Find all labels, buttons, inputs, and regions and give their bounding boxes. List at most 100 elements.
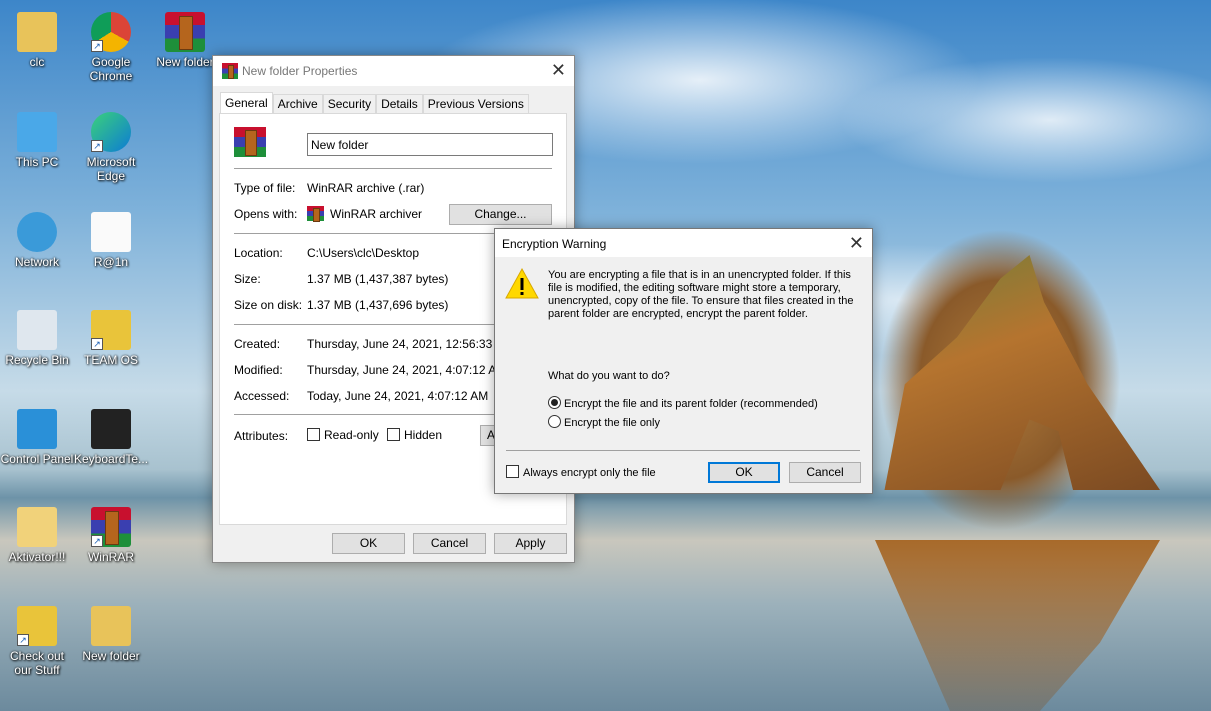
checkbox-box[interactable] [307,428,320,441]
divider [234,168,552,169]
size-label: Size: [234,272,261,286]
apply-button[interactable]: Apply [494,533,567,554]
computer-icon [17,112,57,152]
close-icon[interactable]: ✕ [849,233,864,254]
close-icon[interactable]: ✕ [551,60,566,81]
desktop-icon-label: WinRAR [87,550,134,564]
opens-with-label: Opens with: [234,207,298,221]
title-bar[interactable]: New folder Properties ✕ [213,56,574,86]
dialog-title: Encryption Warning [502,237,607,251]
desktop-icon[interactable]: ↗ Check out our Stuff [0,606,74,677]
winrar-icon [222,63,238,80]
created-value: Thursday, June 24, 2021, 12:56:33 AM [307,337,513,351]
size-value: 1.37 MB (1,437,387 bytes) [307,272,449,286]
tab-archive[interactable]: Archive [272,94,323,113]
globe-shortcut-icon: ↗ [17,606,57,646]
location-label: Location: [234,246,283,260]
tab-general[interactable]: General [220,92,273,113]
divider [506,450,860,451]
desktop-icon[interactable]: KeyboardTe... [74,409,148,466]
shortcut-arrow-icon: ↗ [91,40,103,52]
tab-security[interactable]: Security [322,94,377,113]
desktop-icon-label: Recycle Bin [5,353,69,367]
desktop-icon[interactable]: ↗ WinRAR [74,507,148,564]
size-on-disk-value: 1.37 MB (1,437,696 bytes) [307,298,449,312]
question-label: What do you want to do? [548,370,670,382]
always-encrypt-checkbox[interactable]: Always encrypt only the file [506,465,656,479]
desktop-icon-label: New folder [82,649,140,663]
option-label: Encrypt the file only [564,417,660,429]
file-icon [234,127,266,157]
desktop-icon[interactable]: ↗ TEAM OS [74,310,148,367]
tab-bar: General Archive Security Details Previou… [220,92,529,113]
desktop-icon[interactable]: Control Panel [0,409,74,466]
text-file-icon [91,212,131,252]
tab-previous-versions[interactable]: Previous Versions [422,94,529,113]
user-folder-icon [17,12,57,52]
cancel-button[interactable]: Cancel [413,533,486,554]
created-label: Created: [234,337,281,351]
winrar-icon: ↗ [91,507,131,547]
hidden-label: Hidden [404,428,443,442]
option-encrypt-file-only[interactable]: Encrypt the file only [548,415,660,429]
desktop-icon-label: Aktivator!!! [8,550,66,564]
desktop-icon-label: clc [29,55,45,69]
desktop-icon[interactable]: ↗ Microsoft Edge [74,112,148,183]
file-name-input[interactable] [307,133,553,156]
location-value: C:\Users\clc\Desktop [307,246,420,260]
desktop-icon[interactable]: This PC [0,112,74,169]
size-on-disk-label: Size on disk: [234,298,303,312]
desktop-icon[interactable]: Network [0,212,74,269]
control-panel-icon [17,409,57,449]
desktop-icon-label: New folder [156,55,214,69]
desktop-icon[interactable]: Aktivator!!! [0,507,74,564]
winrar-icon [307,206,324,222]
desktop-icon[interactable]: New folder [74,606,148,663]
radio-button[interactable] [548,415,561,428]
warning-icon [505,267,539,299]
type-value: WinRAR archive (.rar) [307,181,425,195]
desktop-icon-label: Microsoft Edge [86,155,136,183]
change-button[interactable]: Change... [449,204,552,225]
network-icon [17,212,57,252]
globe-shortcut-icon: ↗ [91,310,131,350]
radio-button[interactable] [548,396,561,409]
option-encrypt-file-and-folder[interactable]: Encrypt the file and its parent folder (… [548,396,818,410]
desktop-icon[interactable]: R@1n [74,212,148,269]
modified-label: Modified: [234,363,283,377]
desktop-icon[interactable]: ↗ Google Chrome [74,12,148,83]
desktop-icon[interactable]: Recycle Bin [0,310,74,367]
desktop-icon-label: R@1n [93,255,129,269]
attributes-label: Attributes: [234,429,289,443]
title-bar[interactable]: Encryption Warning ✕ [495,229,872,257]
readonly-label: Read-only [324,428,379,442]
ok-button[interactable]: OK [332,533,405,554]
dialog-title: New folder Properties [242,64,358,78]
desktop-icon[interactable]: New folder [148,12,222,69]
warning-message: You are encrypting a file that is in an … [548,269,854,320]
cancel-button[interactable]: Cancel [789,462,861,483]
ok-button[interactable]: OK [708,462,780,483]
hidden-checkbox[interactable]: Hidden [387,428,442,442]
shortcut-arrow-icon: ↗ [91,338,103,350]
desktop-icon[interactable]: clc [0,12,74,69]
tab-details[interactable]: Details [376,94,423,113]
desktop-icon-label: KeyboardTe... [74,452,149,466]
checkbox-box[interactable] [387,428,400,441]
app-window-icon [91,409,131,449]
option-label: Encrypt the file and its parent folder (… [564,398,818,410]
desktop-icon-label: Control Panel [0,452,74,466]
desktop-icon-label: Check out our Stuff [9,649,65,677]
readonly-checkbox[interactable]: Read-only [307,428,379,442]
checkbox-box[interactable] [506,465,519,478]
photo-folder-icon [91,606,131,646]
edge-icon: ↗ [91,112,131,152]
recycle-bin-icon [17,310,57,350]
desktop-icon-label: TEAM OS [83,353,138,367]
desktop-icon-label: Network [14,255,59,269]
desktop-icon-label: Google Chrome [89,55,133,83]
accessed-label: Accessed: [234,389,290,403]
chrome-icon: ↗ [91,12,131,52]
folder-icon [17,507,57,547]
shortcut-arrow-icon: ↗ [17,634,29,646]
